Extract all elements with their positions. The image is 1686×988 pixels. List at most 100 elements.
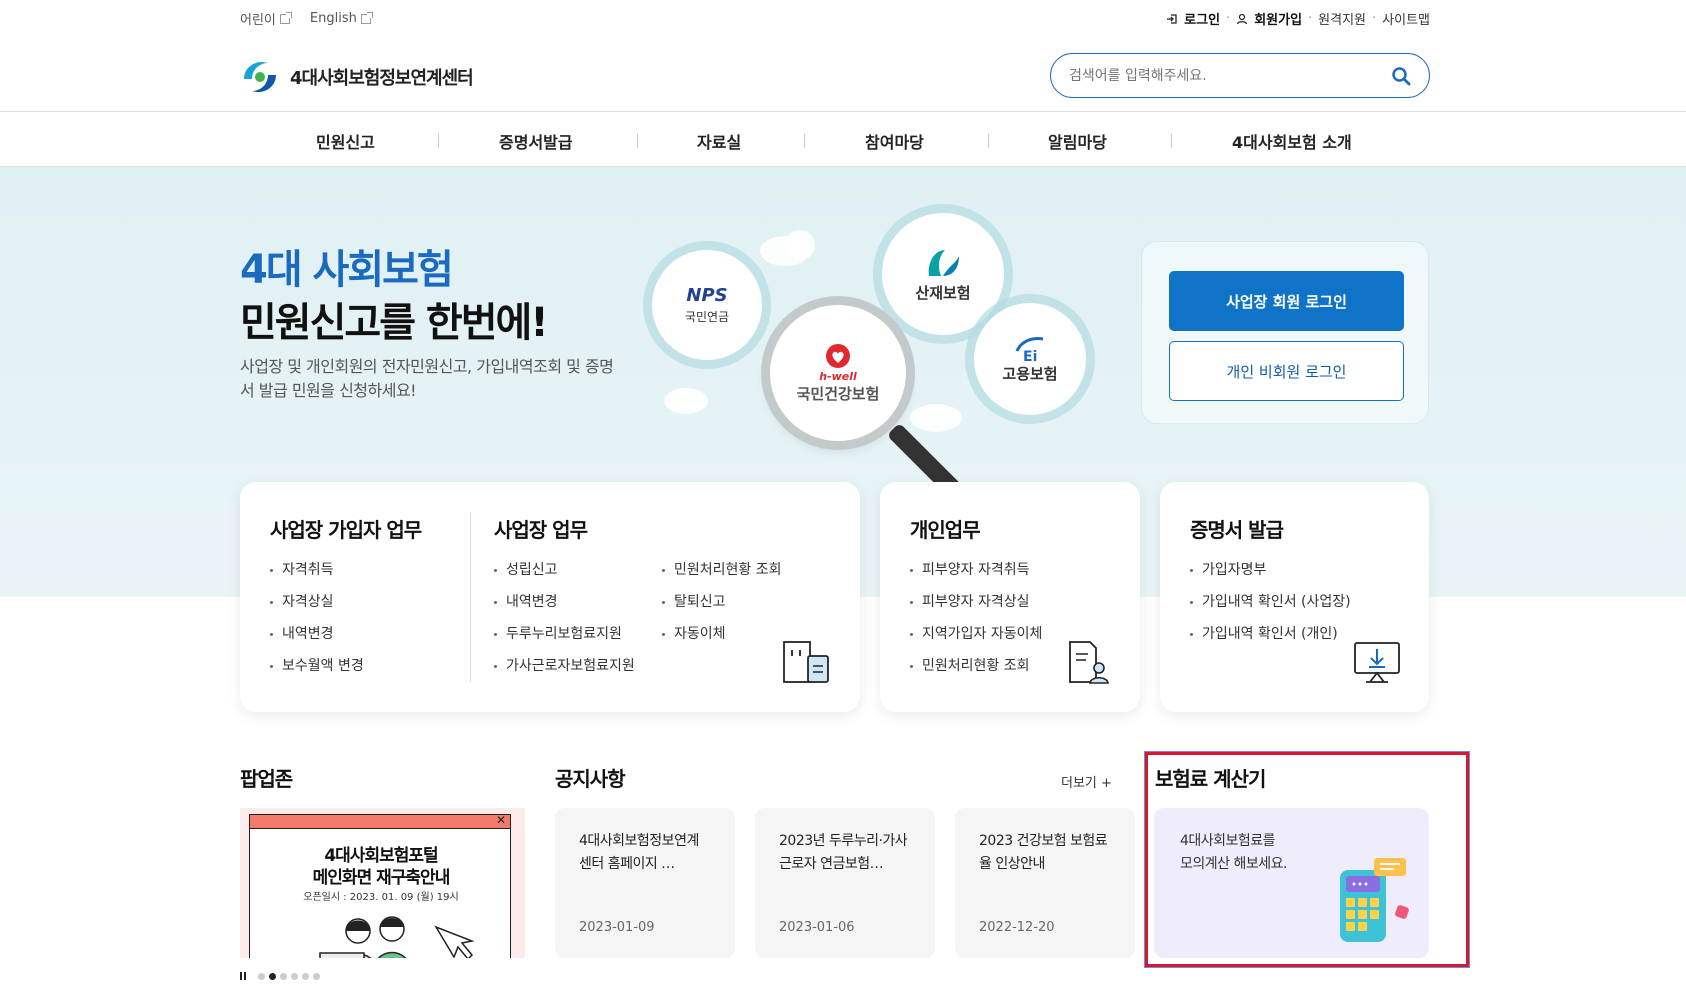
separator: · (1372, 11, 1377, 26)
notice-card[interactable]: 4대사회보험정보연계센터 홈페이지 … 2023-01-09 (555, 808, 735, 958)
certificate-card: 증명서 발급 가입자명부 가입내역 확인서 (사업장) 가입내역 확인서 (개인… (1160, 482, 1429, 712)
nps-label: 국민연금 (684, 310, 730, 324)
list-item[interactable]: 보수월액 변경 (268, 656, 364, 688)
personal-work-list: 피부양자 자격취득 피부양자 자격상실 지역가입자 자동이체 민원처리현황 조회 (908, 560, 1042, 688)
people-illustration (319, 916, 475, 958)
notice-card-title: 4대사회보험정보연계센터 홈페이지 … (579, 833, 699, 872)
slide-dot[interactable] (258, 972, 265, 980)
main-nav: 민원신고 증명서발급 자료실 참여마당 알림마당 4대사회보험 소개 (0, 111, 1686, 167)
business-subscriber-list: 자격취득 자격상실 내역변경 보수월액 변경 (268, 560, 364, 688)
personal-work-title: 개인업무 (910, 518, 981, 542)
list-item[interactable]: 내역변경 (268, 624, 364, 656)
popup-banner[interactable]: ✕ 4대사회보험포털 메인화면 재구축안내 오픈일시 : 2023. 01. 0… (240, 808, 525, 958)
list-item[interactable]: 두루누리보험료지원 (492, 624, 635, 656)
notice-card-title: 2023 건강보험 보험료율 인상안내 (979, 833, 1108, 872)
close-icon: ✕ (495, 813, 506, 827)
list-item[interactable]: 성립신고 (492, 560, 635, 592)
nav-about[interactable]: 4대사회보험 소개 (1232, 129, 1352, 153)
user-icon (1237, 13, 1248, 24)
slide-dot[interactable] (280, 972, 287, 980)
list-item[interactable]: 자격취득 (268, 560, 364, 592)
list-item[interactable]: 가입내역 확인서 (개인) (1188, 624, 1351, 656)
nps-logo: NPS (686, 285, 728, 306)
list-item[interactable]: 지역가입자 자동이체 (908, 624, 1042, 656)
certificate-title: 증명서 발급 (1190, 518, 1284, 542)
kids-label: 어린이 (240, 13, 276, 28)
nav-certificate[interactable]: 증명서발급 (499, 129, 573, 153)
nav-separator (637, 134, 638, 148)
health-brand: h-well (819, 370, 857, 383)
popup-pagination (240, 972, 320, 980)
english-label: English (309, 11, 357, 26)
english-link[interactable]: English (309, 9, 373, 28)
employment-insurance-badge[interactable]: Ei 고용보험 (974, 303, 1086, 415)
monitor-download-icon (1354, 642, 1400, 683)
nav-separator (1171, 134, 1172, 148)
list-item[interactable]: 피부양자 자격취득 (908, 560, 1042, 592)
kids-link[interactable]: 어린이 (240, 9, 292, 28)
certificate-list: 가입자명부 가입내역 확인서 (사업장) 가입내역 확인서 (개인) (1188, 560, 1351, 656)
cloud-decoration (664, 388, 708, 414)
slide-dot[interactable] (302, 972, 309, 980)
remote-support-link[interactable]: 원격지원 (1318, 9, 1366, 28)
more-link[interactable]: 더보기 + (1061, 772, 1112, 791)
login-panel: 사업장 회원 로그인 개인 비회원 로그인 (1141, 241, 1429, 424)
slide-dot[interactable] (313, 972, 320, 980)
list-item[interactable]: 내역변경 (492, 592, 635, 624)
list-item[interactable]: 가입내역 확인서 (사업장) (1188, 592, 1351, 624)
cloud-decoration (785, 230, 815, 260)
user-document-icon (1069, 641, 1109, 684)
hero-title-accent: 4대 사회보험 (240, 247, 454, 293)
list-item[interactable]: 가입자명부 (1188, 560, 1351, 592)
nav-library[interactable]: 자료실 (697, 129, 741, 153)
health-insurance-label: 국민건강보험 (796, 385, 880, 403)
nav-participation[interactable]: 참여마당 (865, 129, 924, 153)
comp-insurance-badge[interactable]: 산재보험 (882, 213, 1004, 335)
login-link[interactable]: 로그인 (1184, 9, 1220, 28)
separator: · (1308, 11, 1313, 26)
business-work-title: 사업장 업무 (494, 518, 588, 542)
employment-insurance-label: 고용보험 (1002, 364, 1058, 383)
notice-card-title: 2023년 두루누리·가사근로자 연금보험… (779, 833, 908, 872)
notice-card[interactable]: 2023 건강보험 보험료율 인상안내 2022-12-20 (955, 808, 1135, 958)
personal-card: 개인업무 피부양자 자격취득 피부양자 자격상실 지역가입자 자동이체 민원처리… (880, 482, 1140, 712)
list-item[interactable]: 자격상실 (268, 592, 364, 624)
business-subscriber-title: 사업장 가입자 업무 (270, 518, 422, 542)
card-divider (470, 512, 471, 682)
business-login-button[interactable]: 사업장 회원 로그인 (1169, 271, 1404, 331)
login-icon (1167, 13, 1177, 24)
popup-line-3: 오픈일시 : 2023. 01. 09 (월) 19시 (303, 892, 459, 903)
pause-icon[interactable] (240, 972, 246, 980)
personal-login-button[interactable]: 개인 비회원 로그인 (1169, 341, 1404, 401)
notice-title: 공지사항 (555, 767, 626, 791)
notice-card-date: 2023-01-06 (779, 920, 855, 935)
slide-dot[interactable] (291, 972, 298, 980)
list-item[interactable]: 피부양자 자격상실 (908, 592, 1042, 624)
nav-complaint[interactable]: 민원신고 (316, 129, 375, 153)
notice-card[interactable]: 2023년 두루누리·가사근로자 연금보험… 2023-01-06 (755, 808, 935, 958)
notice-card-date: 2022-12-20 (979, 920, 1055, 935)
svg-text:Ei: Ei (1023, 349, 1037, 363)
nav-notice[interactable]: 알림마당 (1048, 129, 1107, 153)
sitemap-link[interactable]: 사이트맵 (1382, 9, 1430, 28)
search-input[interactable] (1069, 67, 1391, 84)
list-item[interactable]: 민원처리현황 조회 (908, 656, 1042, 688)
popup-line-2: 메인화면 재구축안내 (312, 868, 451, 888)
nav-separator (804, 134, 805, 148)
list-item[interactable]: 탈퇴신고 (660, 592, 782, 624)
health-insurance-badge[interactable]: h-well 국민건강보험 (770, 305, 906, 441)
list-item[interactable]: 민원처리현황 조회 (660, 560, 782, 592)
list-item[interactable]: 자동이체 (660, 624, 782, 656)
site-logo[interactable]: 4대사회보험정보연계센터 (240, 57, 474, 97)
signup-link[interactable]: 회원가입 (1254, 9, 1302, 28)
heart-logo-icon (826, 344, 850, 368)
business-work-list-2: 민원처리현황 조회 탈퇴신고 자동이체 (660, 560, 782, 656)
highlight-box (1145, 752, 1469, 967)
slide-dot-active[interactable] (269, 972, 276, 980)
search-box (1050, 53, 1430, 98)
external-link-icon (360, 11, 373, 24)
list-item[interactable]: 가사근로자보험료지원 (492, 656, 635, 688)
nps-badge[interactable]: NPS 국민연금 (652, 250, 762, 360)
comp-insurance-label: 산재보험 (915, 283, 971, 302)
search-icon[interactable] (1391, 66, 1411, 86)
